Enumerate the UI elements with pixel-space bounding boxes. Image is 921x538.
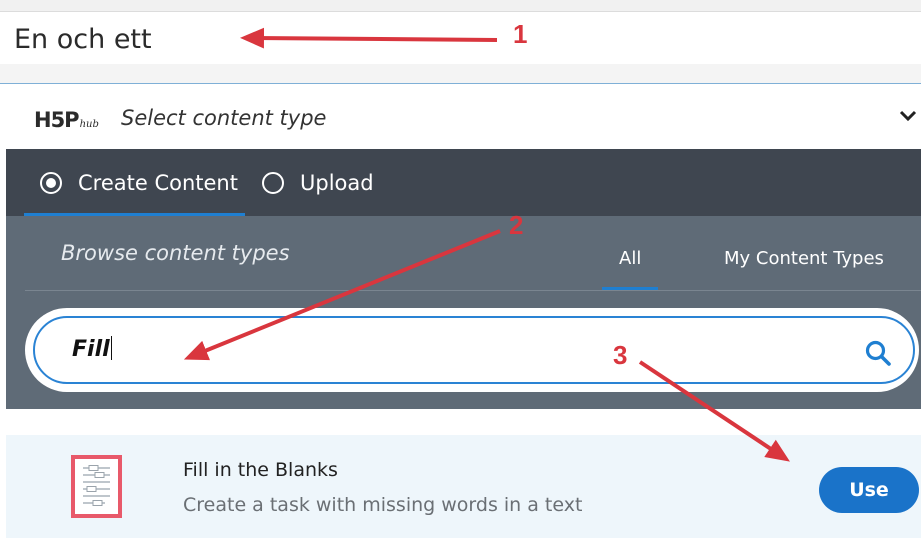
tab-create-content[interactable]: Create Content (40, 149, 238, 216)
section-divider (0, 64, 921, 84)
annotation-number-1: 1 (513, 19, 528, 49)
tab-create-content-label: Create Content (78, 170, 238, 195)
chevron-down-icon[interactable] (898, 108, 918, 124)
top-strip (0, 0, 921, 12)
tab-upload-label: Upload (300, 170, 374, 195)
h5p-logo-text: H5P (34, 108, 80, 132)
browse-divider (25, 290, 921, 291)
annotation-number-3: 3 (613, 340, 628, 370)
search-input-value: Fill (72, 336, 112, 362)
radio-unchecked-icon (262, 171, 284, 194)
fill-in-blanks-icon (71, 455, 122, 518)
use-button[interactable]: Use (819, 467, 919, 513)
tab-upload[interactable]: Upload (262, 149, 374, 216)
content-type-description: Create a task with missing words in a te… (183, 494, 583, 516)
filter-my-content-types[interactable]: My Content Types (724, 248, 884, 269)
filter-all[interactable]: All (619, 248, 641, 269)
text-caret (110, 336, 112, 360)
h5p-hub-logo: H5P hub (34, 108, 99, 132)
search-input[interactable] (33, 316, 915, 384)
search-icon[interactable] (864, 339, 892, 367)
content-type-list-item[interactable] (6, 435, 921, 538)
browse-content-types-label: Browse content types (61, 241, 290, 265)
hub-logo-sub: hub (79, 119, 99, 130)
content-type-title: Fill in the Blanks (183, 459, 338, 481)
radio-checked-icon (40, 171, 62, 194)
annotation-number-2: 2 (509, 210, 524, 240)
title-input-value: En och ett (14, 24, 152, 55)
select-content-type-label: Select content type (121, 106, 327, 130)
